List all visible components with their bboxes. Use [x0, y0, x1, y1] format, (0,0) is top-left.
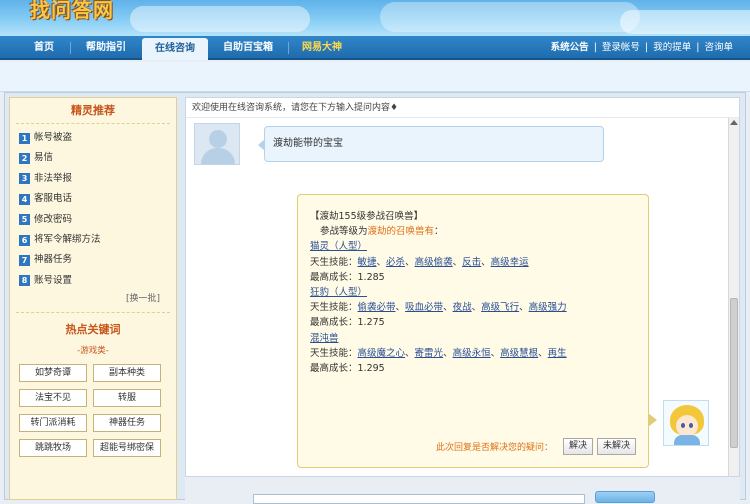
- skill-link[interactable]: 吸血必带: [405, 302, 443, 313]
- input-area: [185, 476, 740, 504]
- pet-skills: 天生技能：敏捷、必杀、高级偷袭、反击、高级幸运: [310, 256, 529, 268]
- solved-button[interactable]: 解决: [562, 438, 593, 455]
- reply-intro: 参战等级为渡劫的召唤兽有：: [320, 226, 444, 238]
- keyword-button[interactable]: 超能号绑密保: [93, 439, 161, 458]
- keyword-button[interactable]: 法宝不见: [19, 389, 87, 408]
- recommend-item[interactable]: 5 修改密码: [19, 210, 168, 230]
- nav-netease-dashen[interactable]: 网易大神: [290, 36, 354, 60]
- pet-skills: 天生技能：偷袭必带、吸血必带、夜战、高级飞行、高级强力: [310, 302, 567, 314]
- keyword-button[interactable]: 副本种类: [93, 364, 161, 383]
- keyword-grid: 如梦奇谭 副本种类 法宝不见 转服 转门派消耗 神器任务 跳跳牧场 超能号绑密保: [10, 360, 176, 458]
- keyword-button[interactable]: 神器任务: [93, 414, 161, 433]
- sidebar: 精灵推荐 1 帐号被盗 2 易信 3 非法举报 4 客服电话 5 修改密码 6 将军令解绑方…: [9, 97, 177, 500]
- hot-keywords-category: -游戏类-: [77, 346, 109, 357]
- skill-link[interactable]: 再生: [548, 348, 567, 359]
- nav-home[interactable]: 首页: [20, 36, 68, 60]
- cloud-decoration: [620, 10, 750, 34]
- skill-link[interactable]: 寄雷光: [415, 348, 444, 359]
- skill-link[interactable]: 高级偷袭: [415, 257, 453, 268]
- login-link[interactable]: 登录帐号: [602, 42, 640, 53]
- feedback-row: 此次回复是否解决您的疑问： 解决 未解决: [436, 438, 636, 455]
- feedback-question: 此次回复是否解决您的疑问：: [435, 443, 553, 453]
- reply-title: 【渡劫155级参战召唤兽】: [310, 211, 424, 222]
- skill-link[interactable]: 高级飞行: [481, 302, 519, 313]
- skill-link[interactable]: 敏捷: [358, 257, 377, 268]
- nav-right-links: 系统公告 | 登录帐号 | 我的提单 | 咨询单: [550, 42, 733, 53]
- keyword-button[interactable]: 如梦奇谭: [19, 364, 87, 383]
- sidebar-title: 精灵推荐: [16, 98, 170, 124]
- chat-history[interactable]: 渡劫能带的宝宝 【渡劫155级参战召唤兽】 参战等级为渡劫的召唤兽有： 猫灵（人…: [186, 118, 729, 476]
- scroll-thumb[interactable]: [730, 298, 738, 448]
- recommend-item[interactable]: 7 神器任务: [19, 250, 168, 270]
- skill-link[interactable]: 高级幸运: [491, 257, 529, 268]
- recommend-item[interactable]: 3 非法举报: [19, 169, 168, 189]
- recommend-item[interactable]: 1 帐号被盗: [19, 128, 168, 148]
- chat-panel: 欢迎使用在线咨询系统，请您在下方输入提问内容♦ 渡劫能带的宝宝 【渡劫155级参…: [185, 97, 740, 500]
- nav-divider: [70, 42, 71, 54]
- assistant-avatar: [663, 400, 709, 446]
- nav-self-service[interactable]: 自助百宝箱: [210, 36, 286, 60]
- unsolved-button[interactable]: 未解决: [596, 438, 636, 455]
- nav-divider: [288, 42, 289, 54]
- main-nav: 首页 帮助指引 在线咨询 自助百宝箱 网易大神 系统公告 | 登录帐号 | 我的…: [0, 36, 750, 60]
- pet-growth: 最高成长：1.285: [310, 271, 385, 283]
- system-notice-link[interactable]: 系统公告: [551, 42, 589, 53]
- recommend-item[interactable]: 2 易信: [19, 148, 168, 168]
- skill-link[interactable]: 偷袭必带: [358, 302, 396, 313]
- bot-reply-bubble: 【渡劫155级参战召唤兽】 参战等级为渡劫的召唤兽有： 猫灵（人型） 天生技能：…: [297, 194, 657, 468]
- site-logo[interactable]: 找问答网: [30, 0, 114, 23]
- skill-link[interactable]: 高级魔之心: [358, 348, 406, 359]
- pet-name-link[interactable]: 混沌兽: [310, 331, 648, 346]
- skill-link[interactable]: 反击: [462, 257, 481, 268]
- pet-name-link[interactable]: 狂豹（人型）: [310, 285, 648, 300]
- skill-link[interactable]: 高级慧根: [500, 348, 538, 359]
- recommend-item[interactable]: 6 将军令解绑方法: [19, 230, 168, 250]
- nav-help[interactable]: 帮助指引: [72, 36, 140, 60]
- sub-band: [0, 62, 750, 92]
- skill-link[interactable]: 夜战: [453, 302, 472, 313]
- my-tickets-link[interactable]: 我的提单: [653, 42, 691, 53]
- keyword-button[interactable]: 转门派消耗: [19, 414, 87, 433]
- submit-button[interactable]: [595, 491, 655, 503]
- refresh-batch-link[interactable]: [换一批]: [10, 292, 176, 306]
- chat-scrollbar[interactable]: [728, 118, 739, 476]
- cloud-decoration: [380, 2, 640, 32]
- scroll-up-arrow-icon[interactable]: [730, 120, 738, 125]
- skill-link[interactable]: 必杀: [386, 257, 405, 268]
- pet-growth: 最高成长：1.275: [310, 317, 385, 329]
- user-message-bubble: 渡劫能带的宝宝: [258, 126, 604, 162]
- recommend-list: 1 帐号被盗 2 易信 3 非法举报 4 客服电话 5 修改密码 6 将军令解绑方法 7 神器…: [10, 124, 176, 291]
- header-banner: 找问答网: [0, 0, 750, 36]
- keyword-button[interactable]: 转服: [93, 389, 161, 408]
- recommend-item[interactable]: 4 客服电话: [19, 189, 168, 209]
- user-avatar: [194, 123, 240, 165]
- welcome-message: 欢迎使用在线咨询系统，请您在下方输入提问内容♦: [186, 98, 739, 118]
- question-input[interactable]: [253, 494, 585, 504]
- hot-keywords-title: 热点关键词: [65, 323, 121, 337]
- nav-online-consult[interactable]: 在线咨询: [142, 38, 208, 60]
- pet-skills: 天生技能：高级魔之心、寄雷光、高级永恒、高级慧根、再生: [310, 347, 567, 359]
- pet-growth: 最高成长：1.295: [310, 362, 385, 374]
- skill-link[interactable]: 高级强力: [529, 302, 567, 313]
- cloud-decoration: [130, 6, 310, 32]
- sidebar-divider: [16, 312, 170, 314]
- pet-name-link[interactable]: 猫灵（人型）: [310, 239, 648, 254]
- skill-link[interactable]: 高级永恒: [453, 348, 491, 359]
- recommend-item[interactable]: 8 账号设置: [19, 271, 168, 291]
- keyword-button[interactable]: 跳跳牧场: [19, 439, 87, 458]
- consult-ticket-link[interactable]: 咨询单: [704, 42, 733, 53]
